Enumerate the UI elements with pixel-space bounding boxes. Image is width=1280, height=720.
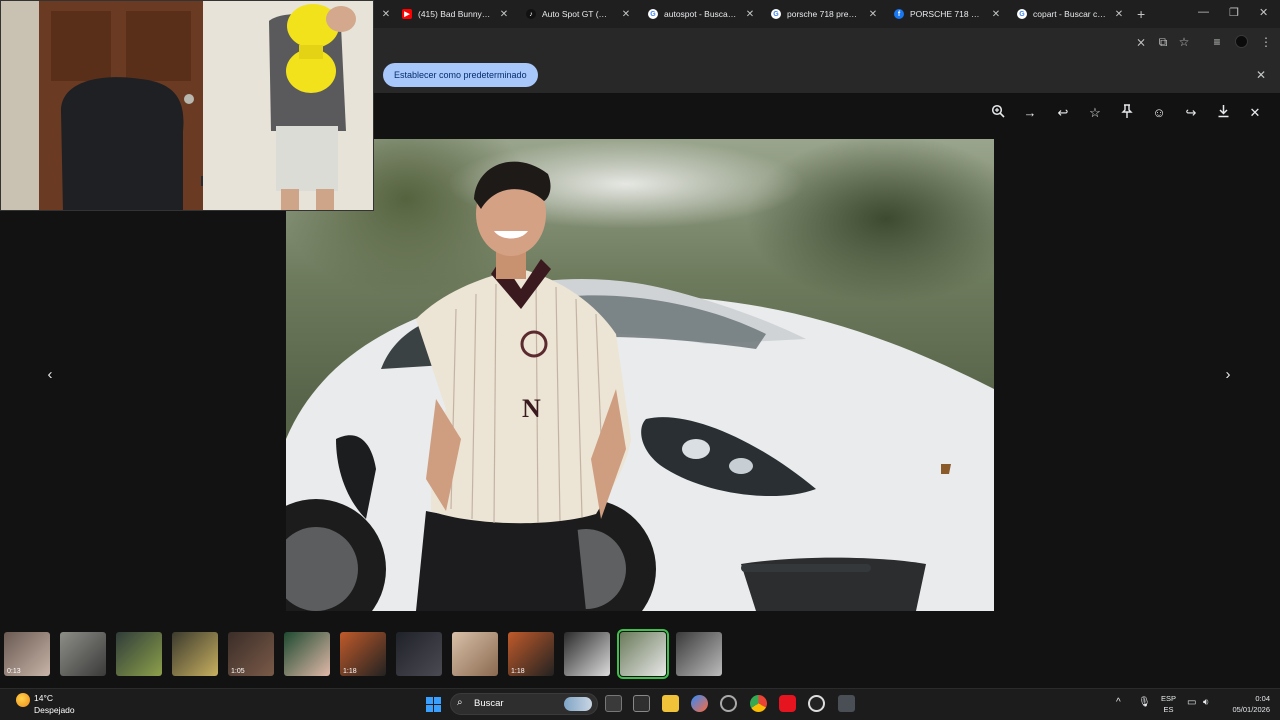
weather-description[interactable]: Despejado xyxy=(34,705,75,715)
tab-copart-search[interactable]: G copart - Buscar con G ✕ xyxy=(1011,4,1131,24)
thumbnail-item[interactable]: 1:18 xyxy=(340,632,386,676)
svg-text:N: N xyxy=(522,394,541,423)
video-duration-label: 1:18 xyxy=(511,668,525,675)
task-view-icon[interactable] xyxy=(605,695,622,712)
undo-icon[interactable]: ↩ xyxy=(1053,104,1073,122)
close-tab-icon[interactable]: ✕ xyxy=(1113,9,1125,20)
taskbar-search-label[interactable]: Buscar xyxy=(474,698,504,709)
thumbnail-item[interactable] xyxy=(564,632,610,676)
thumbnail-item[interactable] xyxy=(396,632,442,676)
thumbnail-item[interactable] xyxy=(172,632,218,676)
video-duration-label: 1:05 xyxy=(231,668,245,675)
media-muted-icon[interactable]: ⨯ xyxy=(1133,34,1149,50)
set-default-button[interactable]: Establecer como predeterminado xyxy=(383,63,538,87)
copilot-icon[interactable] xyxy=(691,695,708,712)
facebook-icon: f xyxy=(894,9,904,19)
forward-icon[interactable]: → xyxy=(1020,104,1040,122)
google-icon: G xyxy=(1017,9,1027,19)
youtube-icon: ▶ xyxy=(402,9,412,19)
main-photo: N xyxy=(286,139,994,611)
google-icon: G xyxy=(771,9,781,19)
windows-start-icon[interactable] xyxy=(426,697,441,712)
viewer-close-icon[interactable]: ✕ xyxy=(1245,104,1265,122)
chrome-icon[interactable] xyxy=(750,695,767,712)
tiktok-icon: ♪ xyxy=(526,9,536,19)
minimize-button[interactable]: — xyxy=(1198,6,1209,18)
media-player-icon[interactable] xyxy=(808,695,825,712)
tab-bad-bunny[interactable]: ▶ (415) Bad Bunny - Pa ✕ xyxy=(396,4,516,24)
tray-overflow-icon[interactable]: ^ xyxy=(1116,697,1121,708)
profile-avatar[interactable] xyxy=(1235,35,1248,48)
previous-image-button[interactable]: ‹ xyxy=(41,366,59,384)
network-icon[interactable]: ▭ xyxy=(1187,697,1196,708)
thumbnail-item[interactable] xyxy=(284,632,330,676)
zoom-in-icon[interactable] xyxy=(988,104,1008,122)
emoji-icon[interactable]: ☺ xyxy=(1149,104,1169,122)
search-highlight-icon[interactable] xyxy=(564,697,592,711)
infobar-close-icon[interactable]: ✕ xyxy=(1256,68,1266,82)
close-tab-icon[interactable]: ✕ xyxy=(620,9,632,20)
search-icon: ⌕ xyxy=(457,697,463,708)
video-duration-label: 0:13 xyxy=(7,668,21,675)
video-duration-label: 1:18 xyxy=(343,668,357,675)
install-app-icon[interactable]: ⧉ xyxy=(1155,34,1171,50)
close-tab-icon[interactable]: ✕ xyxy=(744,9,756,20)
calculator-icon[interactable] xyxy=(838,695,855,712)
tab-porsche-cayman-facebook[interactable]: f PORSCHE 718 CAYM ✕ xyxy=(888,4,1008,24)
microphone-icon[interactable]: 🎙︎ xyxy=(1138,697,1151,708)
photo-content: N xyxy=(286,161,994,611)
weather-temperature[interactable]: 14°C xyxy=(34,693,53,703)
close-tab-icon[interactable]: ✕ xyxy=(867,9,879,20)
settings-gear-icon[interactable] xyxy=(720,695,737,712)
taskbar-clock[interactable]: 0:04 05/01/2026 xyxy=(1226,693,1270,715)
restore-button[interactable]: ❐ xyxy=(1229,6,1239,19)
weather-sun-icon[interactable] xyxy=(16,693,30,707)
tab-autospot-search[interactable]: G autospot - Buscar co ✕ xyxy=(642,4,762,24)
youtube-app-icon[interactable] xyxy=(779,695,796,712)
thumbnail-item[interactable] xyxy=(617,629,669,679)
google-icon: G xyxy=(648,9,658,19)
pin-icon[interactable] xyxy=(1117,104,1137,122)
tab-close-button[interactable]: ✕ xyxy=(374,4,394,24)
download-icon[interactable] xyxy=(1213,104,1233,122)
star-icon[interactable]: ☆ xyxy=(1085,104,1105,122)
webcam-feed xyxy=(1,1,373,210)
new-tab-button[interactable]: + xyxy=(1137,6,1145,22)
volume-icon[interactable]: 🔉︎ xyxy=(1203,697,1209,708)
language-indicator[interactable]: ESP ES xyxy=(1161,693,1176,715)
store-icon[interactable] xyxy=(633,695,650,712)
close-tab-icon[interactable]: ✕ xyxy=(498,9,510,20)
bookmark-star-icon[interactable]: ☆ xyxy=(1176,34,1192,50)
share-icon[interactable]: ↪ xyxy=(1181,104,1201,122)
close-tab-icon[interactable]: ✕ xyxy=(990,9,1002,20)
menu-icon[interactable]: ⋮ xyxy=(1258,34,1274,50)
next-image-button[interactable]: › xyxy=(1219,366,1237,384)
thumbnail-item[interactable] xyxy=(676,632,722,676)
thumbnail-item[interactable] xyxy=(116,632,162,676)
reading-list-icon[interactable]: ≡ xyxy=(1209,34,1225,50)
thumbnail-item[interactable]: 0:13 xyxy=(4,632,50,676)
thumbnail-item[interactable] xyxy=(452,632,498,676)
thumbnail-item[interactable]: 1:18 xyxy=(508,632,554,676)
window-close-button[interactable]: ✕ xyxy=(1259,6,1268,19)
thumbnail-item[interactable] xyxy=(60,632,106,676)
tab-auto-spot-gt[interactable]: ♪ Auto Spot GT (@auto ✕ xyxy=(520,4,638,24)
webcam-overlay xyxy=(0,0,374,211)
file-explorer-icon[interactable] xyxy=(662,695,679,712)
thumbnail-item[interactable]: 1:05 xyxy=(228,632,274,676)
tab-porsche-precio[interactable]: G porsche 718 precio - ✕ xyxy=(765,4,885,24)
